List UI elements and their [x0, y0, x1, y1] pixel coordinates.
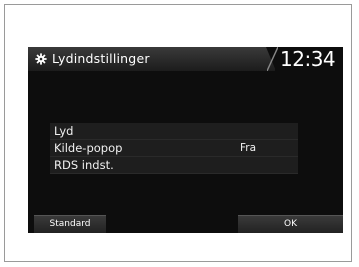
standard-button[interactable]: Standard — [34, 215, 106, 233]
menu-item-lyd[interactable]: Lyd — [50, 123, 298, 140]
ok-button-label: OK — [284, 219, 297, 229]
menu-item-kilde-popop[interactable]: Kilde-popop Fra — [50, 140, 298, 157]
menu-item-rds-indst[interactable]: RDS indst. — [50, 157, 298, 174]
menu-item-label: RDS indst. — [54, 158, 114, 172]
screen-header: Lydindstillinger 12:34 — [28, 47, 343, 71]
standard-button-label: Standard — [49, 219, 91, 229]
infotainment-screen: Lydindstillinger 12:34 Lyd Kilde-popop F… — [28, 47, 343, 233]
menu-item-label: Lyd — [54, 124, 74, 138]
page-title: Lydindstillinger — [52, 51, 150, 66]
clock-display: 12:34 — [280, 47, 336, 71]
menu-item-value: Fra — [240, 142, 257, 154]
menu-item-label: Kilde-popop — [54, 141, 123, 155]
clock-tab-edge — [267, 47, 278, 71]
ok-button[interactable]: OK — [238, 215, 343, 233]
gear-icon — [35, 53, 47, 65]
